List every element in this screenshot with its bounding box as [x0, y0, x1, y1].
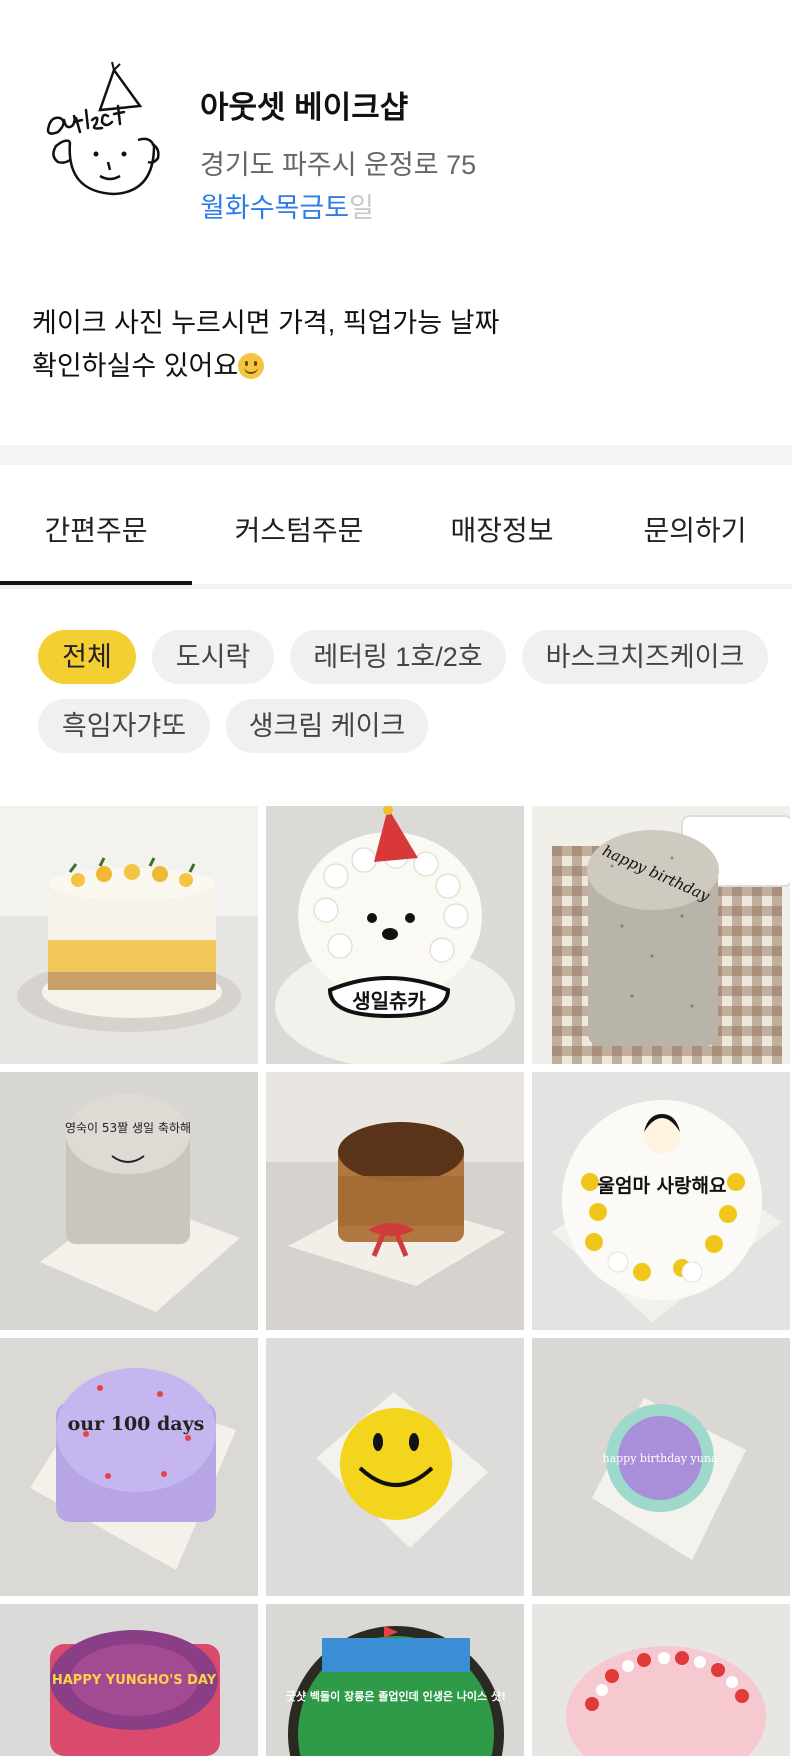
notice-line-2: 확인하실수 있어요: [32, 351, 239, 381]
notice-line-1: 케이크 사진 누르시면 가격, 픽업가능 날짜: [32, 308, 500, 338]
tab-store-info[interactable]: 매장정보: [406, 509, 598, 549]
product-golf-cake[interactable]: 굿샷 백돌이 장롱은 졸업인데 인생은 나이스 샷!: [266, 1604, 524, 1756]
product-mango-cake[interactable]: [0, 806, 258, 1064]
portrait-cake-lettering: 울엄마 사랑해요: [598, 1175, 727, 1197]
product-basque-cheesecake[interactable]: [266, 1072, 524, 1330]
notice-line-2-wrap: 확인하실수 있어요: [32, 345, 752, 388]
filter-chip-lunchbox[interactable]: 도시락: [152, 630, 274, 684]
order-notice: 케이크 사진 누르시면 가격, 픽업가능 날짜 확인하실수 있어요: [32, 302, 752, 388]
tab-inquiry[interactable]: 문의하기: [598, 509, 792, 549]
active-tab-indicator: [0, 581, 192, 585]
product-grid: 생일츄카 happy birthday 영숙이 53짤 생일 축하해 울엄마 사…: [0, 806, 792, 1756]
pink-cake-lettering: HAPPY YUNGHO'S DAY: [52, 1673, 217, 1688]
poodle-cake-lettering: 생일츄카: [352, 989, 426, 1013]
business-day: 토: [324, 193, 350, 223]
tab-quick-order[interactable]: 간편주문: [0, 509, 192, 549]
sesame-cake-lettering: 영숙이 53짤 생일 축하해: [65, 1121, 191, 1135]
tab-custom-order[interactable]: 커스텀주문: [192, 509, 406, 549]
smiling-face-icon: [238, 353, 265, 379]
mint-cake-lettering: happy birthday yuna: [602, 1452, 717, 1465]
section-divider: [0, 445, 792, 465]
product-black-sesame-lunchbox[interactable]: happy birthday: [532, 806, 790, 1064]
product-smiley-cake[interactable]: [266, 1338, 524, 1596]
lavender-cake-lettering: our 100 days: [68, 1413, 205, 1435]
product-black-sesame-cake[interactable]: 영숙이 53짤 생일 축하해: [0, 1072, 258, 1330]
business-day: 목: [274, 193, 300, 223]
filter-chip-basque[interactable]: 바스크치즈케이크: [522, 630, 768, 684]
product-lavender-cake[interactable]: our 100 days: [0, 1338, 258, 1596]
product-poodle-cake[interactable]: 생일츄카: [266, 806, 524, 1064]
business-day: 월: [200, 193, 225, 223]
golf-cake-lettering: 굿샷 백돌이 장롱은 졸업인데 인생은 나이스 샷!: [286, 1689, 506, 1703]
shop-logo: [40, 58, 170, 218]
filter-chip-lettering[interactable]: 레터링 1호/2호: [290, 630, 506, 684]
shop-name: 아웃셋 베이크샵: [200, 90, 409, 125]
filter-chip-black-sesame[interactable]: 흑임자갸또: [38, 699, 210, 753]
product-flower-portrait-cake[interactable]: 울엄마 사랑해요: [532, 1072, 790, 1330]
business-day: 일: [349, 193, 374, 223]
tab-bar: 간편주문 커스텀주문 매장정보 문의하기: [0, 465, 792, 589]
shop-header: 아웃셋 베이크샵 경기도 파주시 운정로 75 월화수목금토일: [0, 0, 792, 250]
product-mint-purple-cake[interactable]: happy birthday yuna: [532, 1338, 790, 1596]
filter-chip-all[interactable]: 전체: [38, 630, 136, 684]
business-day: 화: [224, 193, 250, 223]
product-pink-lettering-cake[interactable]: HAPPY YUNGHO'S DAY: [0, 1604, 258, 1756]
business-day: 수: [249, 193, 275, 223]
shop-address: 경기도 파주시 운정로 75: [200, 150, 477, 180]
business-day: 금: [299, 193, 325, 223]
product-strawberry-cake[interactable]: [532, 1604, 790, 1756]
filter-chip-fresh-cream[interactable]: 생크림 케이크: [226, 699, 428, 753]
business-days: 월화수목금토일: [200, 186, 374, 225]
